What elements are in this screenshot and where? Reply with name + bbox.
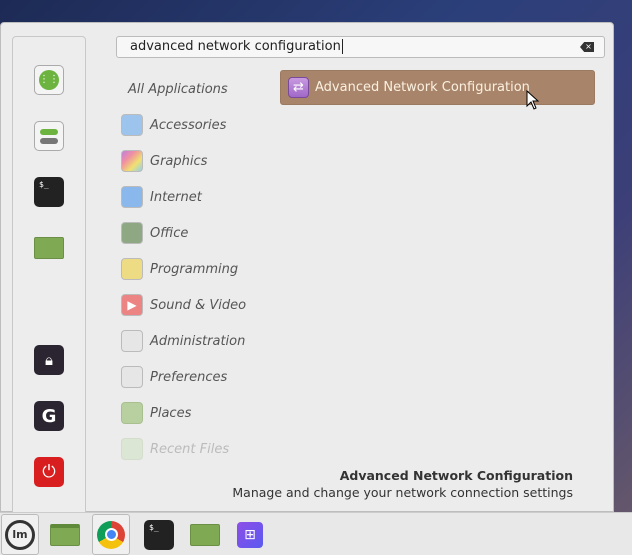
show-desktop-button[interactable] xyxy=(46,516,84,554)
result-label: Advanced Network Configuration xyxy=(315,80,530,95)
search-input[interactable]: advanced network configuration × xyxy=(116,36,605,58)
terminal-icon: $_ xyxy=(144,520,174,550)
category-internet[interactable]: Internet xyxy=(121,179,246,215)
description-text: Manage and change your network connectio… xyxy=(232,485,573,500)
favorites-sidebar: ⋮⋮ $_ 🔒︎ G ⏻ xyxy=(12,36,86,520)
chrome-icon xyxy=(97,520,125,549)
toggle-icon xyxy=(121,330,143,352)
category-label: All Applications xyxy=(128,81,228,97)
mouse-cursor-icon xyxy=(526,90,540,110)
folder-icon xyxy=(34,237,64,259)
search-text: advanced network configuration xyxy=(130,39,341,54)
clear-search-icon[interactable]: × xyxy=(580,42,594,52)
category-office[interactable]: Office xyxy=(121,215,246,251)
folder-icon xyxy=(121,438,143,460)
category-label: Preferences xyxy=(150,369,228,385)
category-label: Administration xyxy=(150,333,246,349)
power-icon: ⏻ xyxy=(42,462,56,482)
terminal-launcher[interactable]: $_ xyxy=(140,516,178,554)
category-sound-video[interactable]: ▶ Sound & Video xyxy=(121,287,246,323)
grid-icon: ⋮⋮ xyxy=(39,70,59,90)
category-label: Office xyxy=(150,225,189,241)
category-list: All Applications Accessories Graphics In… xyxy=(121,71,246,467)
scissors-icon xyxy=(121,114,143,136)
category-label: Accessories xyxy=(150,117,227,133)
palette-icon xyxy=(121,150,143,172)
category-recent-files[interactable]: Recent Files xyxy=(121,431,246,467)
app-icon: ⊞ xyxy=(237,522,263,548)
category-label: Programming xyxy=(150,261,239,277)
terminal-button[interactable]: $_ xyxy=(34,177,64,207)
logout-button[interactable]: G xyxy=(34,401,64,431)
category-accessories[interactable]: Accessories xyxy=(121,107,246,143)
document-icon xyxy=(121,222,143,244)
lock-icon: 🔒︎ xyxy=(45,351,53,369)
app-launcher[interactable]: ⊞ xyxy=(231,516,269,554)
files-button[interactable] xyxy=(34,233,64,263)
category-places[interactable]: Places xyxy=(121,395,246,431)
folder-icon xyxy=(121,402,143,424)
software-manager-button[interactable]: ⋮⋮ xyxy=(34,65,64,95)
category-label: Graphics xyxy=(150,153,208,169)
chrome-launcher[interactable] xyxy=(92,514,130,555)
application-menu: ⋮⋮ $_ 🔒︎ G ⏻ advanced network configurat… xyxy=(0,22,614,520)
shutdown-button[interactable]: ⏻ xyxy=(34,457,64,487)
ruler-icon xyxy=(121,258,143,280)
play-icon: ▶ xyxy=(121,294,143,316)
network-arrows-icon: ⇄ xyxy=(288,77,309,98)
terminal-icon: $_ xyxy=(39,180,49,189)
category-programming[interactable]: Programming xyxy=(121,251,246,287)
category-label: Sound & Video xyxy=(150,297,247,313)
cloud-icon xyxy=(121,186,143,208)
search-result-item[interactable]: ⇄ Advanced Network Configuration xyxy=(280,70,595,105)
category-preferences[interactable]: Preferences xyxy=(121,359,246,395)
desktop-icon xyxy=(50,524,80,546)
lock-screen-button[interactable]: 🔒︎ xyxy=(34,345,64,375)
category-label: Internet xyxy=(150,189,202,205)
logout-icon: G xyxy=(41,405,57,427)
toggle-icon xyxy=(40,128,58,135)
category-label: Recent Files xyxy=(150,441,230,457)
menu-button[interactable]: lm xyxy=(1,514,39,555)
toggle-icon xyxy=(121,366,143,388)
category-graphics[interactable]: Graphics xyxy=(121,143,246,179)
system-settings-button[interactable] xyxy=(34,121,64,151)
category-administration[interactable]: Administration xyxy=(121,323,246,359)
mint-logo-icon: lm xyxy=(5,519,35,550)
category-label: Places xyxy=(150,405,192,421)
folder-icon xyxy=(190,524,220,546)
description-title: Advanced Network Configuration xyxy=(339,468,573,483)
taskbar: lm $_ ⊞ xyxy=(0,512,632,555)
category-all-applications[interactable]: All Applications xyxy=(121,71,246,107)
files-launcher[interactable] xyxy=(186,516,224,554)
